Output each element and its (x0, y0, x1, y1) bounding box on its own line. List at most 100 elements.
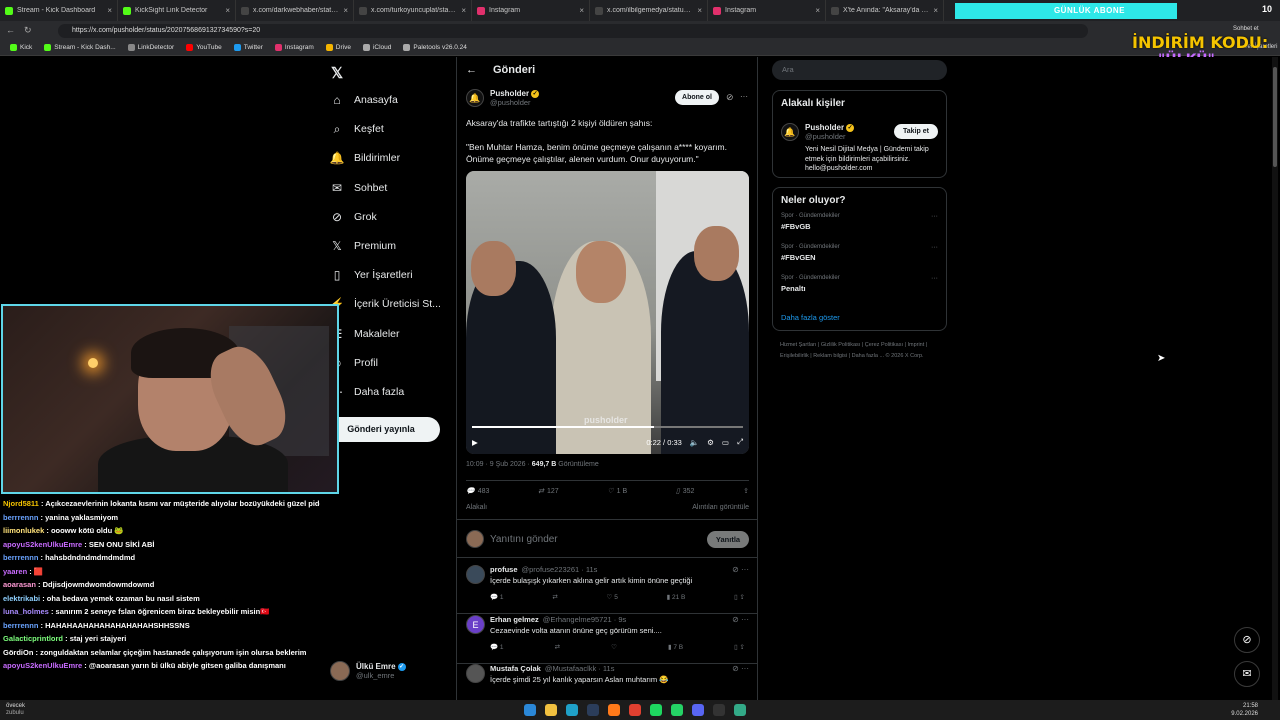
app-icon[interactable] (734, 704, 746, 716)
reply-input[interactable]: Yanıtını gönder (490, 534, 701, 545)
bookmark-item[interactable]: Instagram (274, 44, 314, 51)
trend-item[interactable]: Spor · Gündemdekiler #FBvGEN ··· (781, 244, 938, 267)
chrome-icon[interactable] (629, 704, 641, 716)
close-icon[interactable]: × (343, 6, 348, 15)
pip-icon[interactable]: ▭ (722, 438, 729, 447)
bookmark-item[interactable]: Kick (10, 44, 32, 51)
sidebar-item-makaleler[interactable]: ☰Makaleler (330, 327, 400, 341)
close-icon[interactable]: × (225, 6, 230, 15)
more-icon[interactable]: ··· (931, 275, 938, 282)
more-icon[interactable]: ··· (740, 92, 748, 101)
bookmark-item[interactable]: LinkDetector (127, 44, 174, 51)
bookmark-item[interactable]: YouTube (186, 44, 222, 51)
grok-icon[interactable]: ⊘ (1234, 627, 1260, 653)
browser-tab[interactable]: Instagram × (472, 0, 590, 21)
bookmark-item[interactable]: Twitter (233, 44, 263, 51)
sidebar-item-daha-fazla[interactable]: ⋯Daha fazla (330, 385, 404, 399)
reply-icon[interactable]: 💬 1 (490, 643, 504, 651)
windows-icon[interactable] (524, 704, 536, 716)
repost-icon[interactable]: ⇄ (555, 643, 560, 651)
close-icon[interactable]: × (579, 6, 584, 15)
obs-icon[interactable] (713, 704, 725, 716)
bookmark-item[interactable]: Paletools v26.0.24 (403, 44, 467, 51)
spotify-icon[interactable] (650, 704, 662, 716)
chat-username[interactable]: yaaren (3, 567, 27, 576)
reply-name[interactable]: profuse (490, 565, 518, 574)
reply-button[interactable]: Yanıtla (707, 530, 749, 548)
share-icon[interactable]: ⇪ (743, 487, 749, 495)
like-action[interactable]: ♡ 1 B (607, 487, 627, 496)
close-icon[interactable]: × (933, 6, 938, 15)
footer-links[interactable]: Hizmet Şartları | Gizlilik Politikası | … (780, 340, 945, 362)
browser-tab[interactable]: Stream - Kick Dashboard × (0, 0, 118, 21)
chat-username[interactable]: apoyuS2kenUlkuEmre (3, 661, 82, 670)
reply-avatar[interactable]: E (466, 615, 485, 634)
heart-icon[interactable]: ♡ (611, 643, 617, 651)
more-icon[interactable]: ⊘ ··· (732, 615, 749, 624)
chat-username[interactable]: apoyuS2kenUlkuEmre (3, 540, 82, 549)
chat-username[interactable]: liimonlukek (3, 526, 44, 535)
reply-avatar[interactable] (466, 565, 485, 584)
video-progress-bar[interactable] (472, 426, 743, 428)
chat-username[interactable]: berrrennn (3, 553, 38, 562)
back-icon[interactable]: ← (6, 25, 15, 35)
chat-username[interactable]: Galacticprintlord (3, 634, 63, 643)
sidebar-item-sohbet[interactable]: ✉ Sohbet (330, 181, 387, 195)
more-icon[interactable]: ⊘ ··· (732, 565, 749, 574)
more-icon[interactable]: ··· (931, 244, 938, 251)
bookmark-item[interactable]: Stream - Kick Dash... (44, 44, 116, 51)
scrollbar-thumb[interactable] (1273, 67, 1277, 167)
repost-action[interactable]: ⇄ 127 (538, 487, 559, 496)
browser-tab[interactable]: Instagram × (708, 0, 826, 21)
bookmark-icon[interactable]: ▯ ⇪ (734, 593, 745, 601)
reply-name[interactable]: Erhan gelmez (490, 615, 539, 624)
related-person[interactable]: 🔔 Pusholder ✓ @pusholder (781, 123, 855, 141)
trend-item[interactable]: Spor · Gündemdekiler Penaltı ··· (781, 275, 938, 298)
close-icon[interactable]: × (461, 6, 466, 15)
edge-icon[interactable] (566, 704, 578, 716)
post-author[interactable]: 🔔 Pusholder ✓ @pusholder (466, 89, 540, 107)
chat-username[interactable]: GördiOn (3, 648, 33, 657)
heart-icon[interactable]: ♡ 5 (607, 593, 618, 601)
settings-icon[interactable]: ⚙ (707, 438, 714, 447)
grok-icon[interactable]: ⊘ (726, 92, 734, 103)
browser-tab[interactable]: x.com/darkwebhaber/status/2020 × (236, 0, 354, 21)
steam-icon[interactable] (587, 704, 599, 716)
browser-tab[interactable]: x.com/ilbilgemedya/status/2020 × (590, 0, 708, 21)
reply-avatar[interactable] (466, 664, 485, 683)
bookmark-action[interactable]: ▯ 352 (676, 487, 695, 496)
subscribe-button[interactable]: Abone ol (675, 90, 719, 105)
follow-button[interactable]: Takip et (894, 124, 938, 139)
url-input[interactable]: https://x.com/pusholder/status/202075686… (58, 23, 1088, 38)
x-logo-icon[interactable]: 𝕏 (331, 64, 343, 82)
sidebar-item-premium[interactable]: 𝕏 Premium (330, 239, 396, 253)
fullscreen-icon[interactable]: ⤢ (737, 437, 743, 447)
search-input[interactable]: Ara (772, 60, 947, 80)
profile-label[interactable]: Sohbet et (1233, 26, 1259, 32)
sidebar-item-i-erik-reticisi-st-[interactable]: ⚡İçerik Üreticisi St... (330, 297, 441, 311)
sidebar-item-yer-i-aretleri[interactable]: ▯ Yer İşaretleri (330, 268, 413, 282)
video-player[interactable]: pusholder ▶ 0:22 / 0:33 🔈 ⚙ ▭ ⤢ (466, 171, 749, 454)
volume-icon[interactable]: 🔈 (690, 438, 699, 447)
close-icon[interactable]: × (815, 6, 820, 15)
related-dropdown[interactable]: Alakalı (466, 504, 487, 511)
scrollbar[interactable] (1272, 57, 1278, 700)
reply-item[interactable]: E Erhan gelmez @Erhangelme95721 · 9s ⊘ ··· C… (457, 615, 757, 664)
repost-icon[interactable]: ⇄ (552, 593, 557, 601)
account-switcher[interactable]: Ülkü Emre✓ @ulk_emre ··· (330, 661, 483, 681)
clock[interactable]: 21:58 9.02.2026 (1231, 702, 1258, 718)
show-more-link[interactable]: Daha fazla göster (781, 313, 840, 322)
chat-username[interactable]: berrrennn (3, 621, 38, 630)
play-icon[interactable]: ▶ (472, 438, 478, 447)
reload-icon[interactable]: ↻ (24, 25, 32, 36)
browser-tab[interactable]: x.com/turkoyuncuplat/status/202× (354, 0, 472, 21)
bookmark-item[interactable]: iCloud (362, 44, 391, 51)
chat-username[interactable]: luna_holmes (3, 607, 49, 616)
chat-username[interactable]: aoarasan (3, 580, 36, 589)
back-arrow-icon[interactable]: ← (466, 64, 477, 76)
views-icon[interactable]: ▮ 7 B (668, 643, 683, 651)
sidebar-item-anasayfa[interactable]: ⌂ Anasayfa (330, 93, 397, 107)
post-button[interactable]: Gönderi yayınla (322, 417, 440, 442)
weather-widget[interactable]: övecek zubulu (6, 703, 25, 717)
chat-username[interactable]: elektrikabi (3, 594, 40, 603)
